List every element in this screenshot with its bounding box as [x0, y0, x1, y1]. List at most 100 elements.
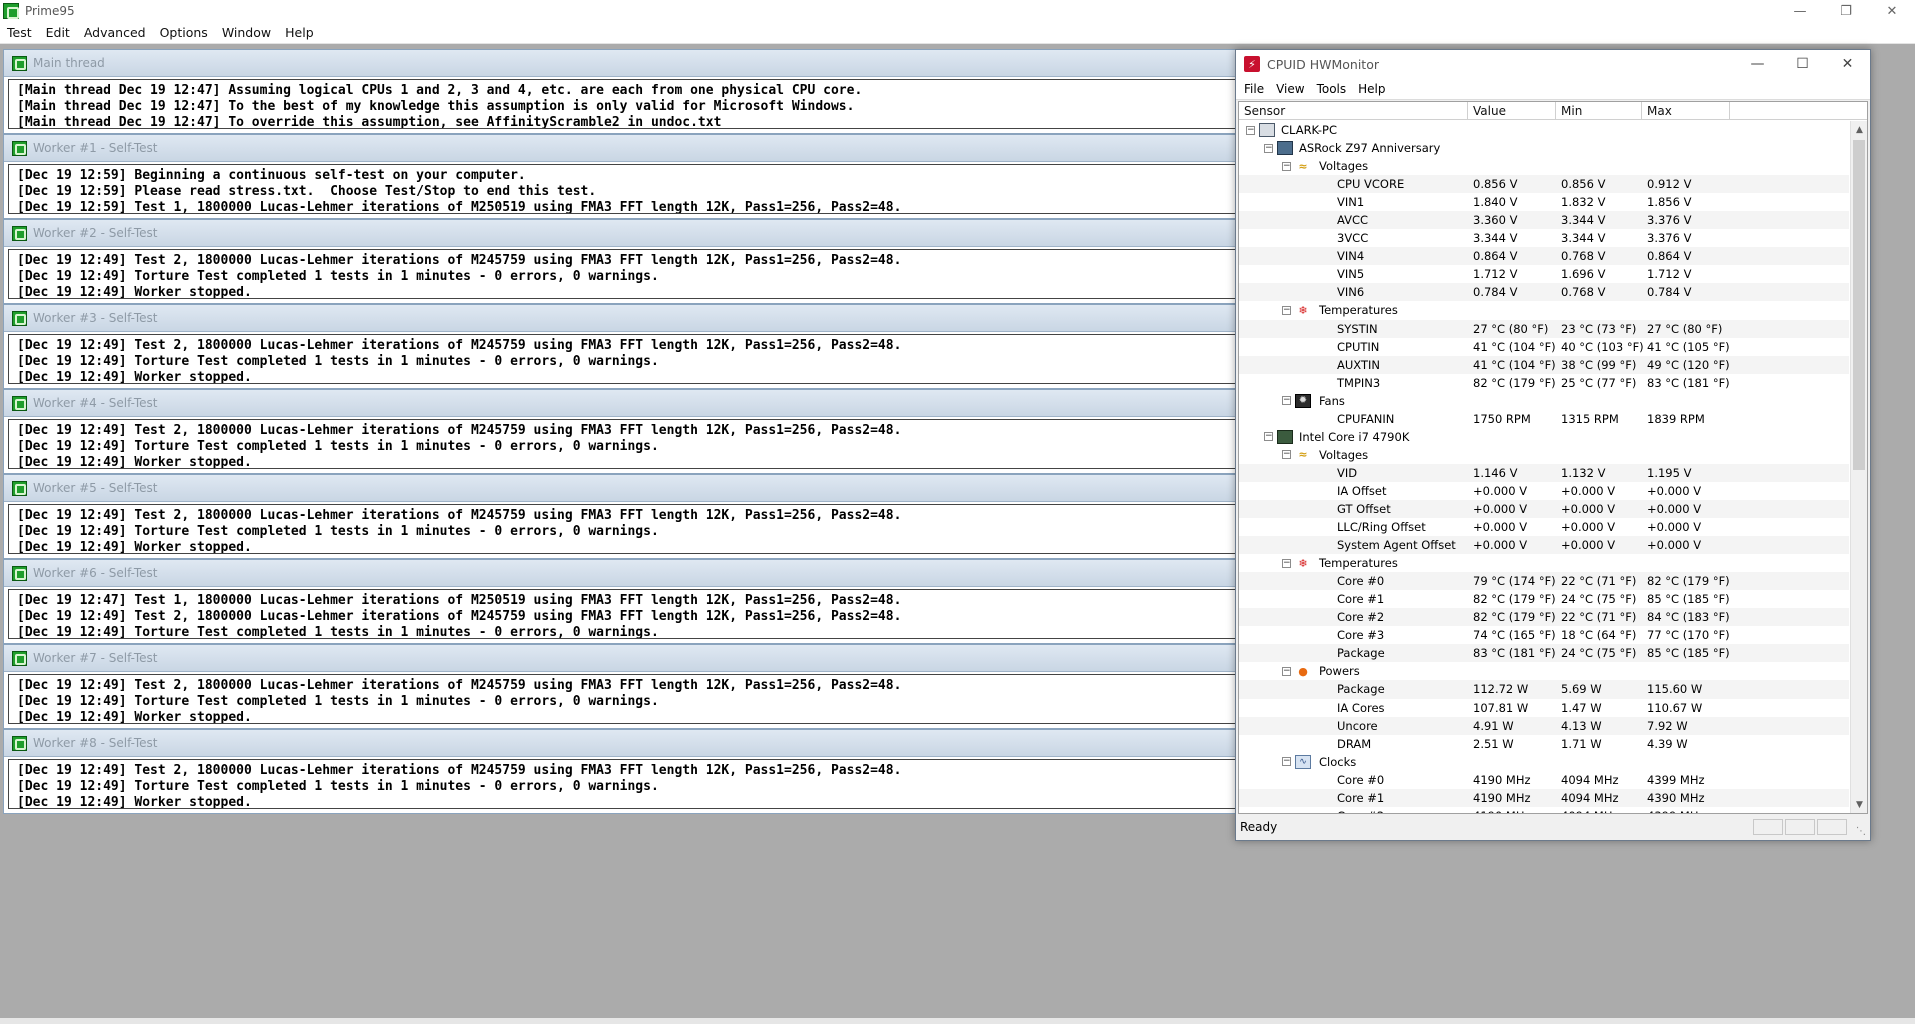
sensor-row[interactable]: Core #2 4190 MHz4094 MHz4399 MHz [1239, 807, 1849, 813]
worker-4-window[interactable]: Worker #4 - Self-Test [Dec 19 12:49] Tes… [3, 389, 1423, 474]
sensor-tree[interactable]: Sensor Value Min Max − CLARK-PC − ASRock Z9… [1238, 101, 1868, 814]
close-icon[interactable]: ✕ [1869, 0, 1915, 22]
collapse-icon[interactable]: − [1282, 305, 1291, 315]
collapse-icon[interactable]: − [1282, 396, 1291, 406]
tree-node[interactable]: − ASRock Z97 Anniversary [1239, 139, 1849, 157]
scroll-up-icon[interactable]: ▲ [1851, 121, 1867, 138]
scrollbar-thumb[interactable] [1853, 140, 1865, 470]
column-min[interactable]: Min [1556, 102, 1642, 119]
worker-8-window[interactable]: Worker #8 - Self-Test [Dec 19 12:49] Tes… [3, 729, 1423, 814]
restore-icon[interactable]: ❐ [1823, 0, 1869, 22]
collapse-icon[interactable]: − [1264, 143, 1273, 153]
sensor-row[interactable]: CPUTIN 41 °C (104 °F) 40 °C (103 °F) 41 °C … [1239, 338, 1849, 356]
minimize-icon[interactable]: — [1735, 50, 1780, 78]
tree-node[interactable]: − ✹ Fans [1239, 392, 1849, 410]
mdi-titlebar[interactable]: Main thread [4, 50, 1422, 77]
sensor-row[interactable]: SYSTIN 27 °C (80 °F) 23 °C (73 °F) 27 °C (8… [1239, 319, 1849, 338]
sensor-row[interactable]: Core #1 82 °C (179 °F) 24 °C (75 °F) 85 °C … [1239, 590, 1849, 608]
maximize-icon[interactable]: ☐ [1780, 50, 1825, 78]
sensor-row[interactable]: Core #0 4190 MHz 4094 MHz 4399 MHz [1239, 771, 1849, 789]
sensor-row[interactable]: Package 112.72 W 5.69 W 115.60 W [1239, 680, 1849, 699]
log-output[interactable]: [Dec 19 12:49] Test 2, 1800000 Lucas-Leh… [8, 334, 1418, 384]
sensor-row[interactable]: VID 1.146 V 1.132 V 1.195 V [1239, 463, 1849, 482]
tree-node[interactable]: − ∿ Clocks [1239, 753, 1849, 771]
sensor-row[interactable]: GT Offset +0.000 V +0.000 V +0.000 V [1239, 499, 1849, 519]
collapse-icon[interactable]: − [1282, 161, 1291, 171]
worker-2-window[interactable]: Worker #2 - Self-Test [Dec 19 12:49] Tes… [3, 219, 1423, 304]
collapse-icon[interactable]: − [1282, 666, 1291, 676]
sensor-row[interactable]: Core #2 82 °C (179 °F) 22 °C (71 °F) 84 °C … [1239, 608, 1849, 627]
worker-6-window[interactable]: Worker #6 - Self-Test [Dec 19 12:47] Tes… [3, 559, 1423, 644]
sensor-row[interactable]: 3VCC 3.344 V 3.344 V 3.376 V [1239, 229, 1849, 247]
tree-node[interactable]: − ≈ Voltages [1239, 446, 1849, 464]
tree-node[interactable]: − CLARK-PC [1239, 121, 1849, 139]
log-output[interactable]: [Dec 19 12:49] Test 2, 1800000 Lucas-Leh… [8, 249, 1418, 299]
mdi-titlebar[interactable]: Worker #5 - Self-Test [4, 475, 1422, 502]
sensor-row[interactable]: CPU VCORE 0.856 V 0.856 V 0.912 V [1239, 175, 1849, 194]
mdi-titlebar[interactable]: Worker #2 - Self-Test [4, 220, 1422, 247]
sensor-row[interactable]: Uncore 4.91 W 4.13 W 7.92 W [1239, 716, 1849, 735]
sensor-row[interactable]: Package 83 °C (181 °F) 24 °C (75 °F) 85 °C … [1239, 644, 1849, 663]
menu-options[interactable]: Options [153, 25, 215, 40]
tree-node[interactable]: − Intel Core i7 4790K [1239, 428, 1849, 446]
main-thread-window[interactable]: Main thread [Main thread Dec 19 12:47] A… [3, 49, 1423, 134]
hwmonitor-window[interactable]: ⚡ CPUID HWMonitor — ☐ ✕ File View Tools … [1235, 49, 1871, 841]
worker-7-window[interactable]: Worker #7 - Self-Test [Dec 19 12:49] Tes… [3, 644, 1423, 729]
log-output[interactable]: [Dec 19 12:49] Test 2, 1800000 Lucas-Leh… [8, 674, 1418, 724]
sensor-row[interactable]: IA Cores 107.81 W 1.47 W 110.67 W [1239, 699, 1849, 717]
menu-view[interactable]: View [1270, 82, 1310, 96]
minimize-icon[interactable]: — [1777, 0, 1823, 22]
collapse-icon[interactable]: − [1282, 757, 1291, 767]
hwmonitor-titlebar[interactable]: ⚡ CPUID HWMonitor — ☐ ✕ [1236, 50, 1870, 78]
menu-help[interactable]: Help [278, 25, 321, 40]
vertical-scrollbar[interactable]: ▲ ▼ [1850, 121, 1867, 813]
sensor-row[interactable]: AUXTIN 41 °C (104 °F) 38 °C (99 °F) 49 °C (… [1239, 355, 1849, 374]
sensor-row[interactable]: Core #1 4190 MHz 4094 MHz 4390 MHz [1239, 788, 1849, 807]
worker-1-window[interactable]: Worker #1 - Self-Test [Dec 19 12:59] Beg… [3, 134, 1423, 219]
sensor-row[interactable]: System Agent Offset +0.000 V +0.000 V +0.00… [1239, 536, 1849, 555]
sensor-row[interactable]: Core #3 74 °C (165 °F) 18 °C (64 °F) 77 °C … [1239, 626, 1849, 644]
menu-tools[interactable]: Tools [1311, 82, 1353, 96]
menu-file[interactable]: File [1238, 82, 1270, 96]
log-output[interactable]: [Dec 19 12:49] Test 2, 1800000 Lucas-Leh… [8, 419, 1418, 469]
log-output[interactable]: [Dec 19 12:47] Test 1, 1800000 Lucas-Leh… [8, 589, 1418, 639]
tree-node[interactable]: − ● Powers [1239, 662, 1849, 680]
sensor-row[interactable]: CPUFANIN 1750 RPM 1315 RPM 1839 RPM [1239, 410, 1849, 428]
collapse-icon[interactable]: − [1264, 432, 1273, 442]
sensor-row[interactable]: Core #0 79 °C (174 °F) 22 °C (71 °F) 82 °C … [1239, 572, 1849, 591]
tree-node[interactable]: − ❄ Temperatures [1239, 301, 1849, 319]
column-sensor[interactable]: Sensor [1239, 102, 1468, 119]
sensor-row[interactable]: DRAM 2.51 W 1.71 W 4.39 W [1239, 735, 1849, 753]
collapse-icon[interactable]: − [1282, 558, 1291, 568]
mdi-titlebar[interactable]: Worker #6 - Self-Test [4, 560, 1422, 587]
sensor-row[interactable]: VIN4 0.864 V 0.768 V 0.864 V [1239, 247, 1849, 266]
collapse-icon[interactable]: − [1282, 450, 1291, 460]
sensor-row[interactable]: IA Offset +0.000 V +0.000 V +0.000 V [1239, 482, 1849, 500]
mdi-titlebar[interactable]: Worker #3 - Self-Test [4, 305, 1422, 332]
mdi-titlebar[interactable]: Worker #4 - Self-Test [4, 390, 1422, 417]
menu-edit[interactable]: Edit [39, 25, 77, 40]
log-output[interactable]: [Dec 19 12:59] Beginning a continuous se… [8, 164, 1418, 214]
log-output[interactable]: [Main thread Dec 19 12:47] Assuming logi… [8, 79, 1418, 129]
sensor-row[interactable]: TMPIN3 82 °C (179 °F) 25 °C (77 °F) 83 °C (… [1239, 374, 1849, 392]
collapse-icon[interactable]: − [1246, 125, 1255, 135]
menu-window[interactable]: Window [215, 25, 278, 40]
menu-test[interactable]: Test [0, 25, 39, 40]
column-value[interactable]: Value [1468, 102, 1556, 119]
mdi-titlebar[interactable]: Worker #1 - Self-Test [4, 135, 1422, 162]
mdi-titlebar[interactable]: Worker #8 - Self-Test [4, 730, 1422, 757]
worker-3-window[interactable]: Worker #3 - Self-Test [Dec 19 12:49] Tes… [3, 304, 1423, 389]
log-output[interactable]: [Dec 19 12:49] Test 2, 1800000 Lucas-Leh… [8, 504, 1418, 554]
mdi-titlebar[interactable]: Worker #7 - Self-Test [4, 645, 1422, 672]
sensor-row[interactable]: VIN5 1.712 V 1.696 V 1.712 V [1239, 265, 1849, 283]
menu-advanced[interactable]: Advanced [77, 25, 153, 40]
scroll-down-icon[interactable]: ▼ [1851, 796, 1867, 813]
tree-node[interactable]: − ❄ Temperatures [1239, 554, 1849, 572]
sensor-row[interactable]: AVCC 3.360 V 3.344 V 3.376 V [1239, 211, 1849, 230]
tree-node[interactable]: − ≈ Voltages [1239, 157, 1849, 175]
sensor-row[interactable]: LLC/Ring Offset +0.000 V +0.000 V +0.000 V [1239, 518, 1849, 536]
close-icon[interactable]: ✕ [1825, 50, 1870, 78]
sensor-row[interactable]: VIN1 1.840 V 1.832 V 1.856 V [1239, 193, 1849, 211]
menu-help[interactable]: Help [1352, 82, 1391, 96]
resize-grip-icon[interactable]: ⋱ [1856, 826, 1868, 838]
